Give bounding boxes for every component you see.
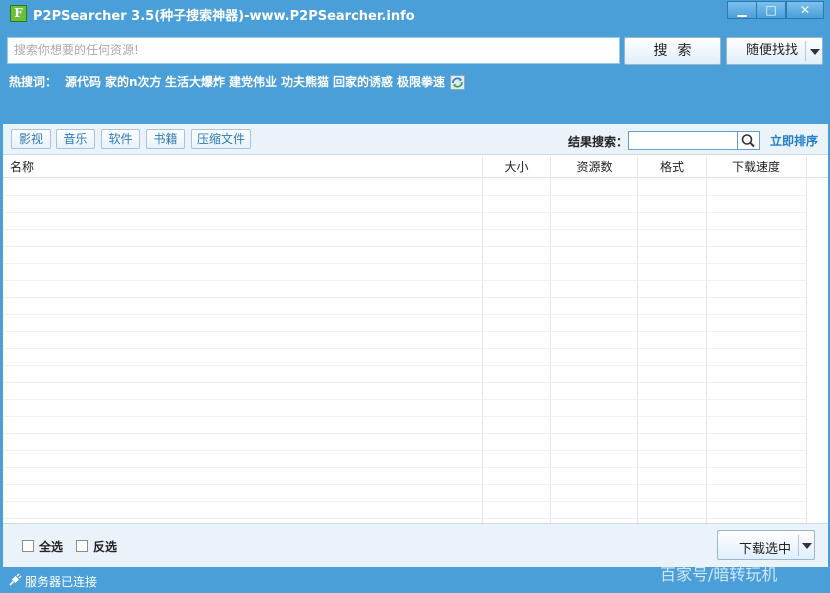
table-row	[3, 195, 806, 196]
column-divider	[806, 156, 807, 523]
category-tab-archives[interactable]: 压缩文件	[191, 129, 251, 149]
table-row	[3, 229, 806, 230]
result-search-input[interactable]	[628, 131, 738, 150]
download-selected-label: 下载选中	[739, 542, 792, 557]
minimize-button[interactable]: ▁	[727, 1, 757, 19]
sort-now-link[interactable]: 立即排序	[770, 132, 818, 149]
hot-word-link[interactable]: 功夫熊猫	[281, 73, 329, 90]
chevron-down-icon[interactable]	[802, 543, 812, 549]
select-all-checkbox[interactable]	[22, 540, 34, 552]
hot-words-label: 热搜词：	[9, 75, 58, 89]
table-row	[3, 416, 806, 417]
hot-word-link[interactable]: 生活大爆炸	[165, 73, 225, 90]
plug-icon	[9, 573, 22, 586]
table-row	[3, 246, 806, 247]
hot-word-link[interactable]: 建党伟业	[229, 73, 277, 90]
category-toolbar: 影视 音乐 软件 书籍 压缩文件 结果搜索： 立即排序	[3, 124, 828, 155]
table-row	[3, 348, 806, 349]
magnifier-icon[interactable]	[738, 131, 760, 150]
watermark: 百家号/暗转玩机	[660, 565, 778, 584]
hot-word-link[interactable]: 极限拳速	[397, 73, 445, 90]
chevron-down-icon[interactable]	[810, 49, 820, 55]
table-row	[3, 501, 806, 502]
table-row	[3, 297, 806, 298]
table-header: 名称 大小 资源数 格式 下载速度	[3, 156, 828, 178]
divider	[798, 535, 799, 556]
category-tab-books[interactable]: 书籍	[146, 129, 185, 149]
search-input[interactable]: 搜索你想要的任何资源!	[7, 37, 620, 64]
select-all-label[interactable]: 全选	[39, 538, 63, 555]
maximize-button[interactable]: □	[756, 1, 786, 19]
column-header-speed[interactable]: 下载速度	[706, 156, 806, 178]
random-search-label: 随便找找	[746, 43, 799, 58]
column-header-name[interactable]: 名称	[10, 156, 34, 178]
table-row	[3, 331, 806, 332]
column-header-sources[interactable]: 资源数	[551, 156, 638, 178]
category-tab-music[interactable]: 音乐	[56, 129, 95, 149]
table-row	[3, 467, 806, 468]
invert-selection-label[interactable]: 反选	[93, 538, 117, 555]
search-button[interactable]: 搜索	[624, 37, 721, 65]
table-row	[3, 450, 806, 451]
table-row	[3, 382, 806, 383]
table-row	[3, 263, 806, 264]
table-row	[3, 399, 806, 400]
refresh-icon[interactable]	[450, 75, 465, 90]
column-header-size[interactable]: 大小	[483, 156, 550, 178]
table-row	[3, 484, 806, 485]
table-row	[3, 433, 806, 434]
window-title: P2PSearcher 3.5(种子搜索神器)-www.P2PSearcher.…	[33, 9, 415, 24]
table-row	[3, 314, 806, 315]
hot-word-link[interactable]: 源代码	[65, 73, 101, 90]
category-tab-video[interactable]: 影视	[11, 129, 51, 149]
invert-selection-checkbox[interactable]	[76, 540, 88, 552]
results-list[interactable]	[3, 178, 806, 523]
download-selected-button[interactable]: 下载选中	[717, 530, 815, 560]
hot-word-link[interactable]: 回家的诱惑	[333, 73, 393, 90]
table-row	[3, 212, 806, 213]
hot-word-link[interactable]: 家的n次方	[105, 73, 162, 90]
table-row	[3, 365, 806, 366]
title-bar: F P2PSearcher 3.5(种子搜索神器)-www.P2PSearche…	[0, 0, 830, 28]
divider	[805, 41, 806, 61]
random-search-button[interactable]: 随便找找	[726, 37, 823, 65]
app-logo-icon: F	[10, 5, 27, 22]
close-button[interactable]: ✕	[786, 1, 824, 19]
column-header-format[interactable]: 格式	[638, 156, 706, 178]
result-search-label: 结果搜索：	[568, 135, 629, 149]
table-row	[3, 280, 806, 281]
table-row	[3, 518, 806, 519]
category-tab-software[interactable]: 软件	[101, 129, 140, 149]
main-panel: 影视 音乐 软件 书籍 压缩文件 结果搜索： 立即排序 名称 大小 资源数 格式…	[3, 124, 828, 567]
connection-status: 服务器已连接	[25, 575, 98, 589]
